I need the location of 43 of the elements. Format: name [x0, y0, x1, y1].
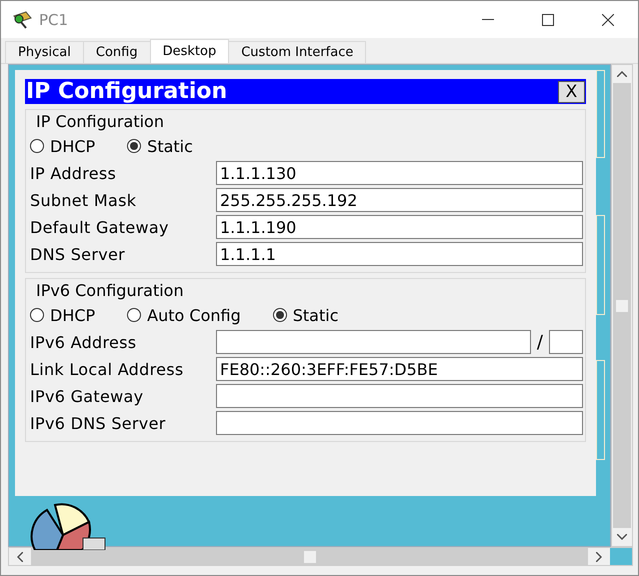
scroll-thumb[interactable] [304, 550, 316, 562]
field-label: IPv6 DNS Server [30, 414, 167, 432]
group-title: IP Configuration [35, 112, 165, 131]
radio-option[interactable]: Static [272, 306, 338, 324]
input-field[interactable] [216, 384, 583, 408]
input-field[interactable]: 1.1.1.190 [216, 215, 583, 239]
window-title: PC1 [39, 10, 70, 28]
radio-option[interactable]: DHCP [30, 136, 96, 156]
dialog-title: IP Configuration [26, 79, 228, 104]
minimize-icon[interactable] [482, 18, 494, 20]
input-field[interactable] [216, 330, 531, 354]
close-button[interactable]: X [558, 80, 585, 102]
maximize-icon[interactable] [542, 14, 554, 26]
input-field[interactable]: FE80::260:3EFF:FE57:D5BE [216, 357, 583, 381]
field-label: IP Address [30, 164, 118, 182]
scroll-thumb[interactable] [616, 300, 628, 312]
separator-text: / [536, 332, 543, 352]
radio-icon[interactable] [127, 139, 142, 153]
tab[interactable]: Custom Interface [228, 41, 366, 63]
horizontal-scrollbar[interactable] [8, 547, 633, 566]
field-label: DNS Server [30, 244, 126, 264]
radio-icon[interactable] [30, 139, 44, 153]
tab[interactable]: Physical [5, 41, 84, 63]
radio-option[interactable]: Static [127, 136, 193, 156]
radio-icon[interactable] [127, 308, 142, 322]
prefix-field[interactable] [549, 330, 583, 354]
radio-icon[interactable] [30, 308, 44, 322]
radio-option[interactable]: DHCP [30, 306, 96, 324]
field-label: IPv6 Gateway [30, 386, 144, 406]
vertical-scrollbar[interactable] [611, 64, 633, 547]
field-label: Link Local Address [30, 360, 185, 378]
input-field[interactable] [216, 411, 583, 435]
field-label: Default Gateway [30, 218, 170, 236]
input-field[interactable]: 255.255.255.192 [216, 188, 583, 212]
close-icon[interactable] [602, 14, 614, 26]
field-label: Subnet Mask [30, 190, 138, 210]
radio-icon[interactable] [272, 308, 287, 322]
group-title: IPv6 Configuration [35, 281, 185, 300]
input-field[interactable]: 1.1.1.1 [216, 242, 583, 266]
radio-option[interactable]: Auto Config [127, 306, 241, 324]
input-field[interactable]: 1.1.1.130 [216, 161, 583, 185]
tab[interactable]: Desktop [150, 39, 230, 63]
field-label: IPv6 Address [30, 332, 138, 352]
